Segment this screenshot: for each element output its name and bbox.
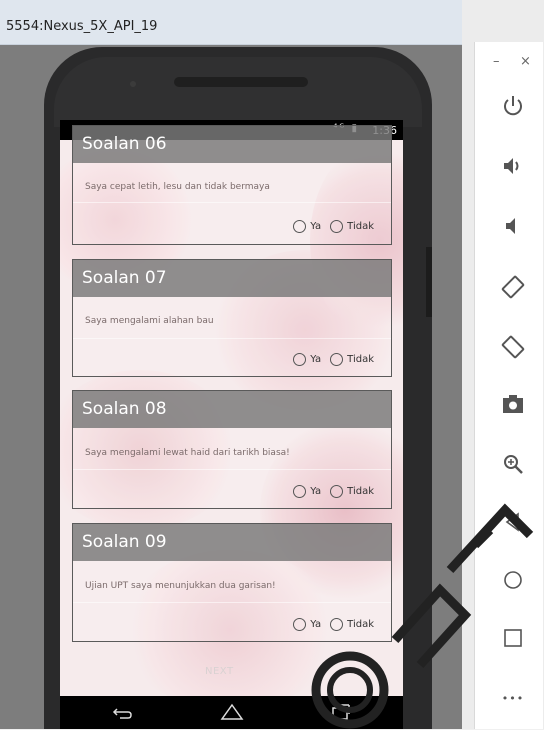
question-text: Saya mengalami alahan bau — [85, 316, 214, 326]
window-titlebar: 5554:Nexus_5X_API_19 — [0, 0, 462, 45]
question-text: Saya mengalami lewat haid dari tarikh bi… — [85, 448, 290, 458]
question-title: Soalan 08 — [73, 391, 391, 428]
divider — [73, 338, 391, 339]
answer-group: Ya Tidak — [293, 353, 374, 366]
radio-no[interactable] — [330, 353, 344, 366]
question-title: Soalan 06 — [73, 126, 391, 163]
radio-yes[interactable] — [293, 220, 307, 233]
emulator-window: 5554:Nexus_5X_API_19 – × ••• Soalan 06 S… — [0, 0, 544, 729]
close-button[interactable]: × — [520, 54, 531, 69]
speaker-grille — [174, 77, 308, 87]
question-text: Saya cepat letih, lesu dan tidak bermaya — [85, 182, 270, 192]
question-title: Soalan 07 — [73, 260, 391, 297]
window-title: 5554:Nexus_5X_API_19 — [6, 19, 158, 34]
answer-group: Ya Tidak — [293, 220, 374, 233]
radio-no[interactable] — [330, 220, 344, 233]
radio-yes-label[interactable]: Ya — [310, 354, 321, 365]
radio-yes-label[interactable]: Ya — [310, 221, 321, 232]
radio-no-label[interactable]: Tidak — [347, 221, 374, 232]
phone-side-button — [426, 247, 432, 317]
back-icon[interactable] — [110, 702, 134, 722]
divider — [73, 202, 391, 203]
power-icon[interactable] — [501, 94, 525, 118]
radio-yes[interactable] — [293, 353, 307, 366]
question-card-06: Soalan 06 Saya cepat letih, lesu dan tid… — [72, 125, 392, 245]
volume-up-icon[interactable] — [501, 154, 525, 178]
camera-icon[interactable] — [501, 392, 525, 416]
question-text: Ujian UPT saya menunjukkan dua garisan! — [85, 581, 276, 591]
phone-bezel — [54, 57, 422, 127]
home-icon[interactable] — [220, 702, 244, 722]
next-button[interactable]: NEXT — [205, 666, 234, 677]
question-card-07: Soalan 07 Saya mengalami alahan bau Ya T… — [72, 259, 392, 377]
radio-no-label[interactable]: Tidak — [347, 354, 374, 365]
rotate-left-icon[interactable] — [501, 275, 525, 299]
minimize-button[interactable]: – — [493, 54, 500, 69]
watermark-icon — [311, 503, 534, 729]
volume-down-icon[interactable] — [501, 214, 525, 238]
rotate-right-icon[interactable] — [501, 335, 525, 359]
front-camera — [130, 81, 136, 87]
